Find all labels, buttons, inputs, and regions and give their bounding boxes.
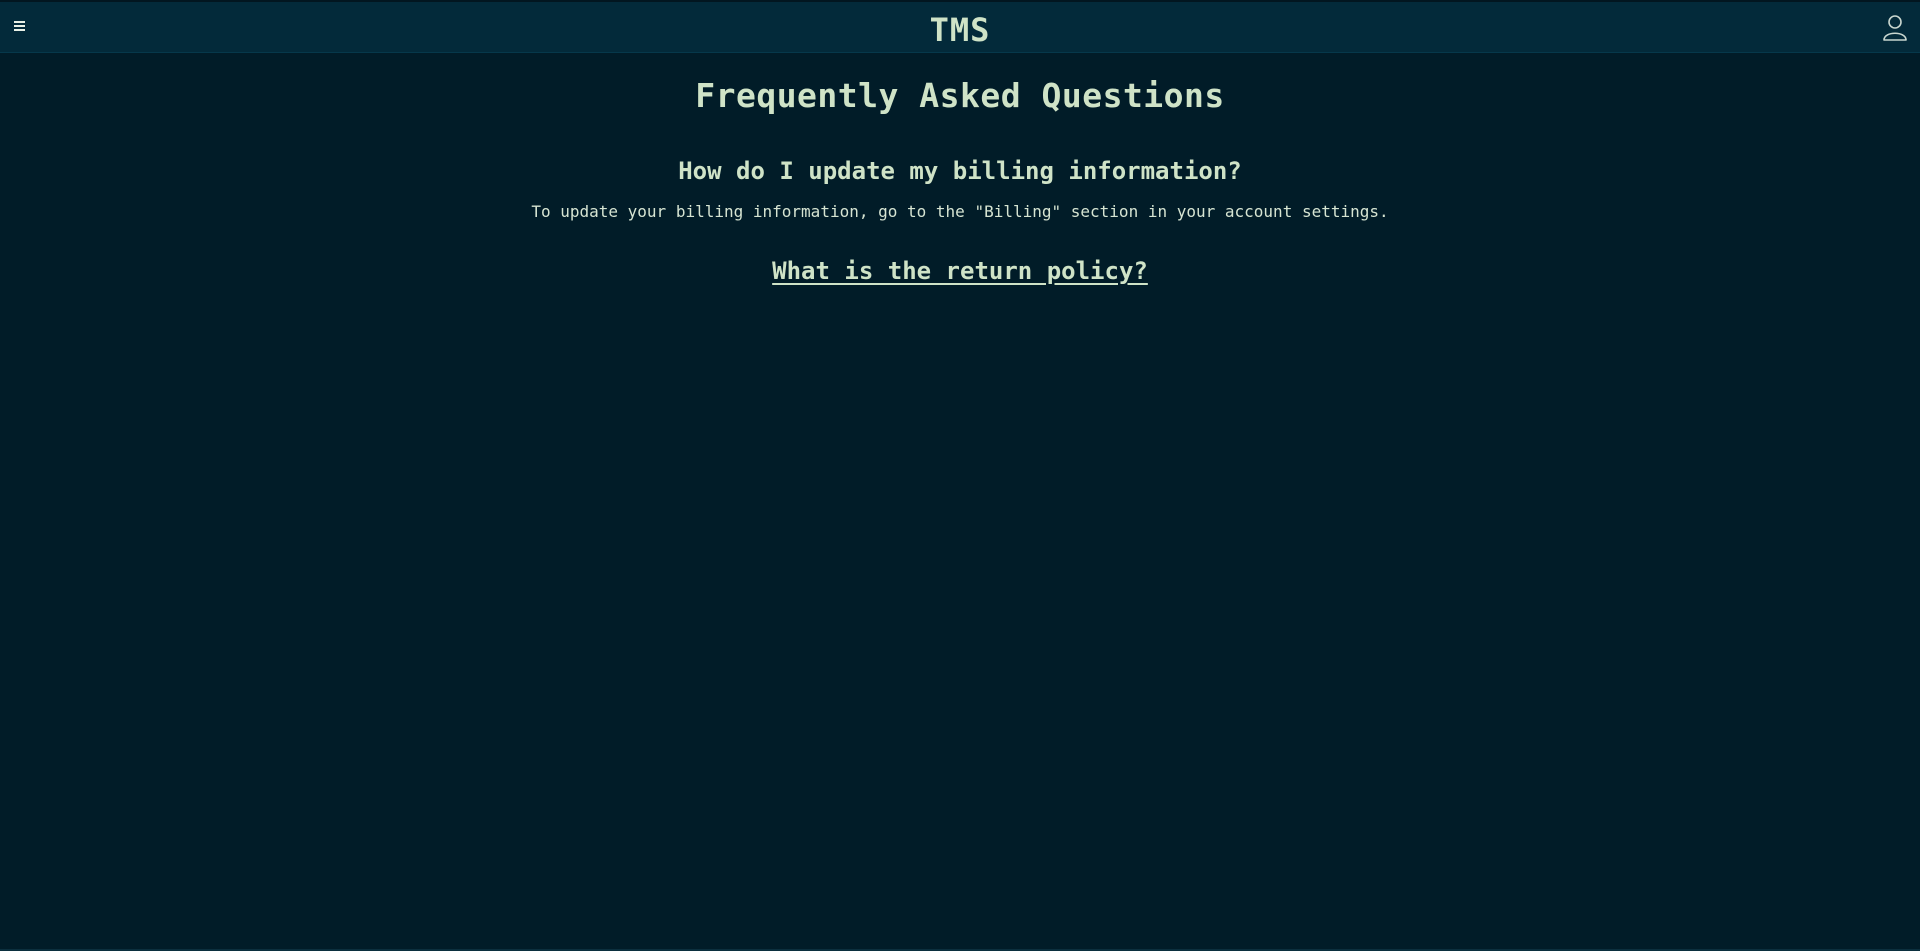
faq-item: How do I update my billing information? … xyxy=(0,155,1920,223)
faq-item: What is the return policy? xyxy=(0,255,1920,287)
page-title: Frequently Asked Questions xyxy=(695,76,1225,115)
app-title: TMS xyxy=(929,11,991,49)
faq-question-link[interactable]: What is the return policy? xyxy=(0,255,1920,287)
faq-answer: To update your billing information, go t… xyxy=(531,202,1389,221)
user-icon[interactable] xyxy=(1882,14,1908,42)
top-bar: TMS xyxy=(0,0,1920,53)
faq-content: Frequently Asked Questions How do I upda… xyxy=(0,53,1920,287)
faq-question[interactable]: How do I update my billing information? xyxy=(0,155,1920,187)
